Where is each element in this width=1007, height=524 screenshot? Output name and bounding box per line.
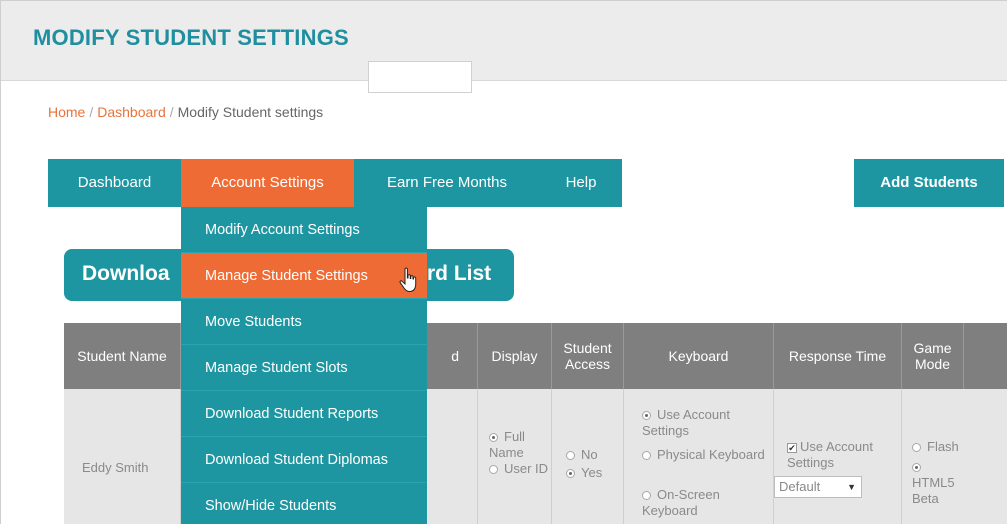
nav-help[interactable]: Help (540, 159, 622, 207)
th-student-access: Student Access (552, 323, 624, 389)
banner-text-left: Downloa (82, 262, 170, 285)
app-frame: MODIFY STUDENT SETTINGS Home / Dashboard / M… (0, 0, 1007, 524)
access-option-no[interactable]: No (566, 447, 598, 463)
breadcrumb-separator: / (89, 104, 94, 120)
radio-selected-icon[interactable] (642, 411, 651, 421)
menu-item-manage-student-slots[interactable]: Manage Student Slots (181, 345, 427, 391)
td-student-access: No Yes (552, 389, 624, 524)
th-display: Display (478, 323, 552, 389)
th-response-time: Response Time (774, 323, 902, 389)
th-student-name: Student Name (64, 323, 181, 389)
td-response-time: ✔ Use Account Settings (774, 389, 902, 524)
keyboard-option-physical[interactable]: Physical Keyboard (642, 447, 767, 463)
main-navbar: Dashboard Account Settings Earn Free Mon… (48, 159, 622, 207)
game-mode-html5[interactable]: HTML5 Beta (912, 459, 967, 507)
nav-account-settings[interactable]: Account Settings (181, 159, 354, 207)
student-name-text: Eddy Smith (82, 460, 149, 475)
keyboard-option-onscreen[interactable]: On-Screen Keyboard (642, 487, 767, 519)
checkbox-checked-icon[interactable]: ✔ (787, 442, 797, 453)
menu-item-move-students[interactable]: Move Students (181, 299, 427, 345)
breadcrumb-current: Modify Student settings (177, 104, 324, 120)
menu-item-modify-account-settings[interactable]: Modify Account Settings (181, 207, 427, 253)
keyboard-option-account[interactable]: Use Account Settings (642, 407, 767, 439)
td-game-mode: Flash HTML5 Beta (902, 389, 1007, 524)
td-display: Full Name User ID (478, 389, 552, 524)
nav-earn-free-months[interactable]: Earn Free Months (354, 159, 540, 207)
student-field-input[interactable] (368, 61, 472, 93)
radio-icon[interactable] (912, 443, 921, 453)
th-game-mode: Game Mode (902, 323, 964, 389)
display-option-user-id[interactable]: User ID (489, 461, 548, 477)
caret-down-icon: ▼ (847, 482, 856, 492)
menu-item-show-hide-students[interactable]: Show/Hide Students (181, 483, 427, 524)
menu-item-download-student-reports[interactable]: Download Student Reports (181, 391, 427, 437)
game-mode-flash[interactable]: Flash (912, 439, 967, 455)
banner-text-right: rd List (427, 262, 492, 285)
radio-selected-icon[interactable] (489, 433, 498, 443)
th-keyboard: Keyboard (624, 323, 774, 389)
page-header: MODIFY STUDENT SETTINGS (1, 1, 1007, 81)
radio-icon[interactable] (566, 451, 575, 461)
menu-item-manage-student-settings[interactable]: Manage Student Settings (181, 253, 427, 299)
response-time-select-value: Default (779, 479, 821, 494)
breadcrumb: Home / Dashboard / Modify Student settings (48, 104, 323, 120)
account-settings-dropdown: Modify Account Settings Manage Student S… (181, 207, 427, 524)
display-option-full-name[interactable]: Full Name (489, 429, 551, 461)
radio-selected-icon[interactable] (566, 469, 575, 479)
add-students-button[interactable]: Add Students (854, 159, 1004, 207)
radio-icon[interactable] (642, 451, 651, 461)
breadcrumb-separator: / (169, 104, 174, 120)
response-time-select[interactable]: Default ▼ (774, 476, 862, 498)
breadcrumb-dashboard-link[interactable]: Dashboard (97, 104, 166, 120)
nav-dashboard[interactable]: Dashboard (48, 159, 181, 207)
radio-icon[interactable] (642, 491, 651, 501)
menu-item-download-student-diplomas[interactable]: Download Student Diplomas (181, 437, 427, 483)
td-keyboard: Use Account Settings Physical Keyboard O… (624, 389, 774, 524)
access-option-yes[interactable]: Yes (566, 465, 602, 481)
radio-icon[interactable] (489, 465, 498, 475)
radio-selected-icon[interactable] (912, 463, 921, 473)
td-student-name: Eddy Smith (64, 389, 181, 524)
hand-pointer-icon (399, 267, 417, 293)
breadcrumb-home-link[interactable]: Home (48, 104, 85, 120)
response-use-account-checkbox[interactable]: ✔ Use Account Settings (787, 439, 897, 471)
page-title: MODIFY STUDENT SETTINGS (33, 25, 349, 50)
